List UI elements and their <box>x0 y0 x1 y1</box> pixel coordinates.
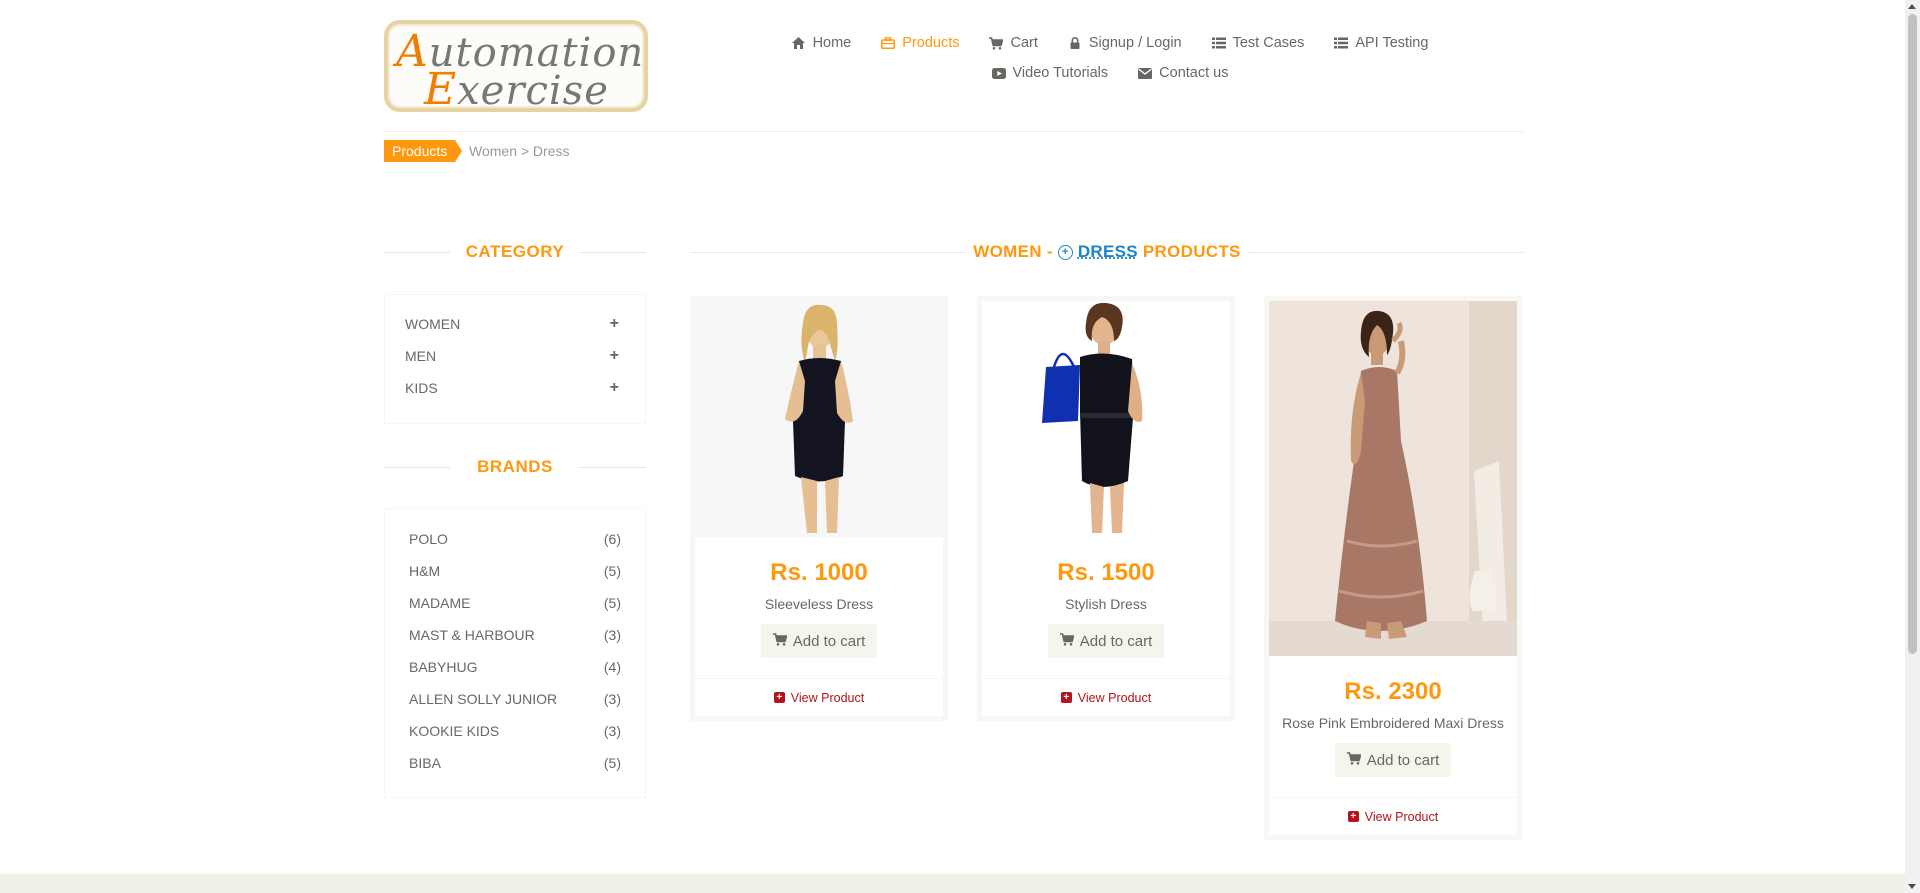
scroll-down-arrow-icon[interactable] <box>1908 884 1916 889</box>
breadcrumb-path: Women > Dress <box>469 143 570 159</box>
category-heading: CATEGORY <box>384 242 646 262</box>
view-product-link[interactable]: + View Product <box>1269 797 1517 835</box>
lock-icon <box>1068 36 1082 50</box>
nav-home[interactable]: Home <box>792 35 852 51</box>
add-to-cart-button[interactable]: Add to cart <box>761 624 877 658</box>
cart-icon <box>772 632 788 650</box>
home-icon <box>792 36 806 50</box>
plus-circle-icon: + <box>1057 244 1073 260</box>
nav-label: Signup / Login <box>1088 35 1182 51</box>
nav-label: Video Tutorials <box>1012 65 1109 81</box>
briefcase-icon <box>881 36 896 50</box>
plus-icon: + <box>609 315 619 332</box>
nav-video-tutorials[interactable]: Video Tutorials <box>991 65 1109 81</box>
product-image <box>1269 301 1517 656</box>
list-icon <box>1211 36 1226 50</box>
scrollbar-thumb[interactable] <box>1908 14 1917 654</box>
product-name: Rose Pink Embroidered Maxi Dress <box>1282 715 1504 731</box>
nav-signup-login[interactable]: Signup / Login <box>1068 35 1182 51</box>
brands-panel: POLO (6) H&M (5) MADAME (5) MAST & HARBOUR(… <box>384 508 646 798</box>
title-prefix: WOMEN - <box>973 242 1053 261</box>
nav-label: Contact us <box>1159 65 1229 81</box>
cart-icon <box>1059 632 1075 650</box>
plus-icon: + <box>609 347 619 364</box>
nav-contact-us[interactable]: Contact us <box>1138 65 1228 81</box>
brand-link-madame[interactable]: MADAME (5) <box>385 587 645 619</box>
cart-icon <box>1346 751 1362 769</box>
title-highlight: DRESS <box>1077 242 1138 261</box>
nav-products[interactable]: Products <box>881 35 959 51</box>
page-scrollbar[interactable] <box>1905 0 1920 893</box>
category-label: MEN <box>405 348 437 364</box>
logo-text-cap: E <box>424 64 458 115</box>
view-product-label: View Product <box>1364 809 1439 824</box>
footer-band <box>0 874 1905 893</box>
nav-test-cases[interactable]: Test Cases <box>1211 35 1305 51</box>
cart-icon <box>989 36 1004 50</box>
add-to-cart-label: Add to cart <box>792 632 866 650</box>
category-label: WOMEN <box>405 316 461 332</box>
product-image <box>982 301 1230 537</box>
product-card: Rs. 1000 Sleeveless Dress Add to cart + … <box>690 296 948 721</box>
view-product-link[interactable]: + View Product <box>982 678 1230 716</box>
category-men[interactable]: MEN + <box>385 340 645 372</box>
brand-link-kookie-kids[interactable]: KOOKIE KIDS (3) <box>385 715 645 747</box>
brand-link-hm[interactable]: H&M (5) <box>385 555 645 587</box>
add-to-cart-label: Add to cart <box>1366 751 1440 769</box>
plus-square-icon: + <box>773 692 785 703</box>
product-name: Sleeveless Dress <box>764 596 874 612</box>
plus-square-icon: + <box>1347 811 1359 822</box>
nav-cart[interactable]: Cart <box>989 35 1038 51</box>
title-suffix: PRODUCTS <box>1142 242 1241 261</box>
main-nav: Home Products Cart Signup / Login Test C… <box>780 28 1440 88</box>
plus-icon: + <box>609 379 619 396</box>
nav-api-testing[interactable]: API Testing <box>1334 35 1428 51</box>
list-icon <box>1334 36 1349 50</box>
product-price: Rs. 2300 <box>1344 678 1442 705</box>
view-product-label: View Product <box>790 690 865 705</box>
envelope-icon <box>1138 66 1153 80</box>
brand-link-mast-harbour[interactable]: MAST & HARBOUR (3) <box>385 619 645 651</box>
plus-square-icon: + <box>1060 692 1072 703</box>
page-title: WOMEN - + DRESS PRODUCTS <box>690 242 1524 262</box>
nav-label: Cart <box>1010 35 1038 51</box>
product-card: Rs. 1500 Stylish Dress Add to cart + Vie… <box>977 296 1235 721</box>
category-women[interactable]: WOMEN + <box>385 308 645 340</box>
youtube-play-icon <box>991 66 1006 80</box>
nav-label: API Testing <box>1355 35 1429 51</box>
brands-heading: BRANDS <box>384 457 646 477</box>
site-logo[interactable]: Automation Exercise <box>384 20 648 115</box>
view-product-label: View Product <box>1077 690 1152 705</box>
product-price: Rs. 1500 <box>1057 559 1155 586</box>
category-label: KIDS <box>405 380 438 396</box>
header-divider <box>384 131 1524 132</box>
view-product-link[interactable]: + View Product <box>695 678 943 716</box>
brand-link-biba[interactable]: BIBA (5) <box>385 747 645 779</box>
brand-link-babyhug[interactable]: BABYHUG (4) <box>385 651 645 683</box>
breadcrumb-products[interactable]: Products <box>384 140 463 162</box>
brand-link-allen-solly-junior[interactable]: ALLEN SOLLY JUNIOR (3) <box>385 683 645 715</box>
category-panel: WOMEN + MEN + KIDS + <box>384 294 646 424</box>
nav-label: Home <box>812 35 852 51</box>
nav-label: Test Cases <box>1232 35 1305 51</box>
add-to-cart-button[interactable]: Add to cart <box>1048 624 1164 658</box>
product-name: Stylish Dress <box>1065 596 1147 612</box>
add-to-cart-button[interactable]: Add to cart <box>1335 743 1451 777</box>
product-image <box>695 301 943 537</box>
category-kids[interactable]: KIDS + <box>385 372 645 404</box>
scroll-up-arrow-icon[interactable] <box>1908 4 1916 9</box>
logo-text: xercise <box>457 68 609 114</box>
nav-label: Products <box>902 35 960 51</box>
brand-link-polo[interactable]: POLO (6) <box>385 523 645 555</box>
product-price: Rs. 1000 <box>770 559 868 586</box>
add-to-cart-label: Add to cart <box>1079 632 1153 650</box>
product-card: Rs. 2300 Rose Pink Embroidered Maxi Dres… <box>1264 296 1522 840</box>
